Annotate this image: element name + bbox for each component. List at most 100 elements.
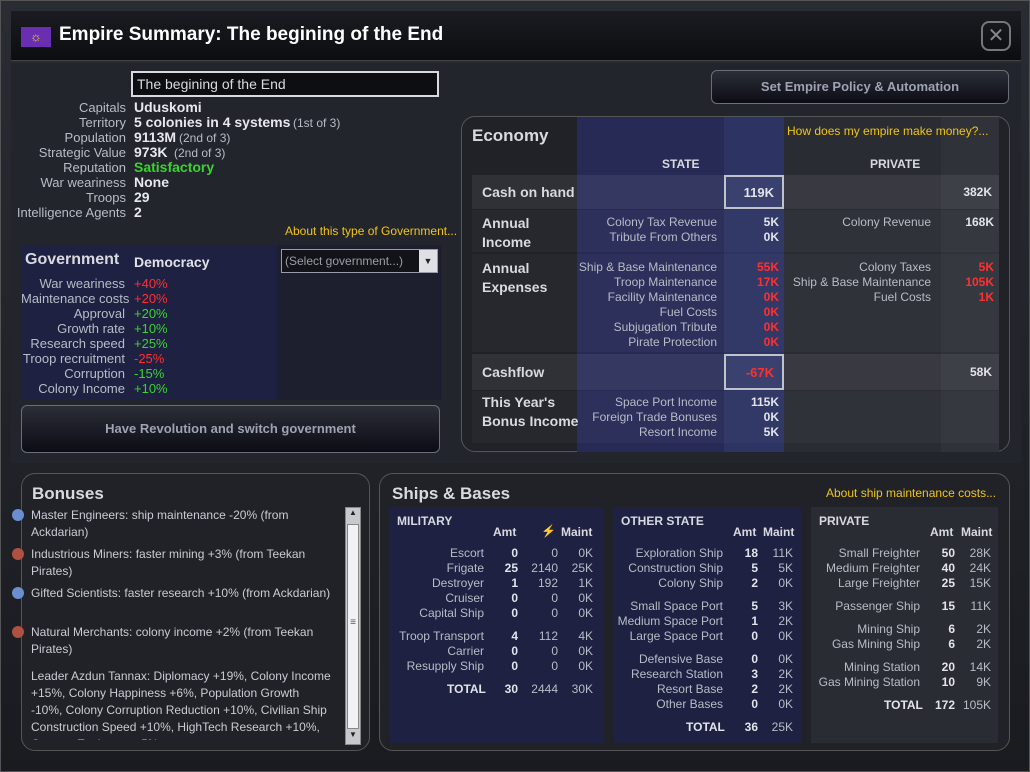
economy-line-value: 17K <box>756 275 779 289</box>
stat-rank-note: (2nd of 3) <box>179 131 231 145</box>
ship-type-label: Colony Ship <box>658 576 723 590</box>
ship-total-maintenance: 30K <box>571 682 593 696</box>
revolution-button[interactable]: Have Revolution and switch government <box>21 405 440 453</box>
ship-type-label: Capital Ship <box>419 606 484 620</box>
economy-line-label: Foreign Trade Bonuses <box>592 410 717 424</box>
bonus-text: Industrious Miners: faster mining +3% (f… <box>31 547 306 578</box>
ship-firepower: 0 <box>551 644 558 658</box>
bonus-text: Leader Azdun Tannax: Diplomacy +19%, Col… <box>31 669 331 740</box>
economy-line-label: Subjugation Tribute <box>613 320 717 334</box>
cash-label: Cash on hand <box>482 184 575 200</box>
empire-summary-window: ☼ Empire Summary: The begining of the En… <box>0 0 1030 772</box>
economy-line-value: 5K <box>763 425 779 439</box>
ship-total-label: TOTAL <box>686 720 725 734</box>
gov-modifier-label: Troop recruitment <box>22 351 125 366</box>
gov-modifier-value: -25% <box>134 351 165 366</box>
economy-line-label: Colony Taxes <box>859 260 931 274</box>
bonus-item: Industrious Miners: faster mining +3% (f… <box>12 546 331 580</box>
stat-label: War weariness <box>40 175 126 190</box>
bonuses-scrollbar[interactable]: ▲ ≡ ▼ <box>345 507 361 745</box>
stat-value: 29 <box>134 189 150 205</box>
firepower-bolt-icon: ⚡ <box>541 524 556 538</box>
other-state-header: OTHER STATE <box>621 514 704 528</box>
gov-modifier-label: Colony Income <box>38 381 125 396</box>
ship-type-label: Resupply Ship <box>406 659 484 673</box>
bonus-item: Leader Azdun Tannax: Diplomacy +19%, Col… <box>31 668 331 740</box>
private-maint-header: Maint <box>961 525 993 539</box>
gov-modifier-value: -15% <box>134 366 165 381</box>
economy-line-label: Troop Maintenance <box>614 275 717 289</box>
other-amt-header: Amt <box>733 525 757 539</box>
economy-line-label: Ship & Base Maintenance <box>578 260 717 274</box>
bonus-text: Master Engineers: ship maintenance -20% … <box>31 508 289 539</box>
economy-panel: Economy How does my empire make money?..… <box>461 116 1010 452</box>
gov-modifier-value: +20% <box>134 291 168 306</box>
gov-modifier-value: +10% <box>134 321 168 336</box>
economy-help-link[interactable]: How does my empire make money?... <box>787 124 988 138</box>
stat-label: Territory <box>79 115 126 130</box>
private-amt-header: Amt <box>930 525 954 539</box>
ship-type-label: Construction Ship <box>628 561 723 575</box>
economy-line-value: 0K <box>763 290 779 304</box>
state-header: STATE <box>662 157 700 171</box>
ship-type-label: Mining Station <box>843 660 920 674</box>
military-header: MILITARY <box>397 514 453 528</box>
ship-amount: 0 <box>511 644 518 658</box>
race-icon <box>12 509 24 521</box>
ship-amount: 0 <box>511 659 518 673</box>
economy-line-value: 5K <box>763 215 779 229</box>
stat-value: 5 colonies in 4 systems <box>134 114 291 130</box>
ship-total-amount: 30 <box>504 682 518 696</box>
ship-firepower: 0 <box>551 546 558 560</box>
stat-value: 973K <box>134 144 168 160</box>
gov-modifier-label: Corruption <box>64 366 125 381</box>
ship-type-label: Exploration Ship <box>635 546 723 560</box>
stat-rank-note: (1st of 3) <box>293 116 341 130</box>
gov-modifier-value: +40% <box>134 276 168 291</box>
scroll-up-icon[interactable]: ▲ <box>346 508 360 522</box>
ship-type-label: Carrier <box>447 644 484 658</box>
ship-type-label: Other Bases <box>656 697 723 711</box>
cash-private-value: 382K <box>963 185 992 199</box>
ship-type-label: Large Freighter <box>837 576 920 590</box>
about-government-link[interactable]: About this type of Government... <box>285 224 457 238</box>
economy-line-value: 0K <box>763 305 779 319</box>
ship-maintenance: 2K <box>976 622 991 636</box>
gov-modifier-label: Growth rate <box>57 321 125 336</box>
ship-firepower: 192 <box>537 576 558 590</box>
ship-maintenance-link[interactable]: About ship maintenance costs... <box>826 486 996 500</box>
ship-amount: 25 <box>504 561 518 575</box>
ship-type-label: Gas Mining Ship <box>831 637 920 651</box>
economy-line-value: 168K <box>965 215 994 229</box>
gov-modifier-value: +20% <box>134 306 168 321</box>
government-select-value: (Select government...) <box>285 254 404 268</box>
government-select[interactable]: (Select government...) ▼ <box>281 249 438 273</box>
bonus-text: Gifted Scientists: faster research +10% … <box>31 586 331 600</box>
cashflow-state-value: -67K <box>745 365 774 380</box>
set-policy-button[interactable]: Set Empire Policy & Automation <box>711 70 1009 104</box>
stat-rank-note: (2nd of 3) <box>174 146 226 160</box>
bonus-item: Natural Merchants: colony income +2% (fr… <box>12 624 331 658</box>
stat-value: 2 <box>134 204 142 220</box>
gov-modifier-label: War weariness <box>39 276 125 291</box>
other-maint-header: Maint <box>763 525 795 539</box>
ship-maintenance: 14K <box>969 660 991 674</box>
government-modifiers: Government Democracy War weariness +40% Ma… <box>21 245 277 400</box>
stat-label: Troops <box>86 190 126 205</box>
ship-amount: 0 <box>511 606 518 620</box>
scroll-down-icon[interactable]: ▼ <box>346 730 360 744</box>
stat-label: Strategic Value <box>38 145 126 160</box>
empire-name-input[interactable] <box>131 71 439 97</box>
stat-value: Uduskomi <box>134 99 202 115</box>
economy-line-value: 105K <box>965 275 994 289</box>
ship-amount: 0 <box>511 591 518 605</box>
ship-maintenance: 2K <box>976 637 991 651</box>
race-icon <box>12 548 24 560</box>
ship-maintenance: 24K <box>969 561 991 575</box>
economy-line-label: Space Port Income <box>614 395 717 409</box>
window-title: Empire Summary: The begining of the End <box>59 24 444 45</box>
close-button[interactable]: ✕ <box>981 21 1011 51</box>
gov-modifier-value: +25% <box>134 336 168 351</box>
ships-title: Ships & Bases <box>392 484 511 503</box>
stat-label: Reputation <box>63 160 126 175</box>
